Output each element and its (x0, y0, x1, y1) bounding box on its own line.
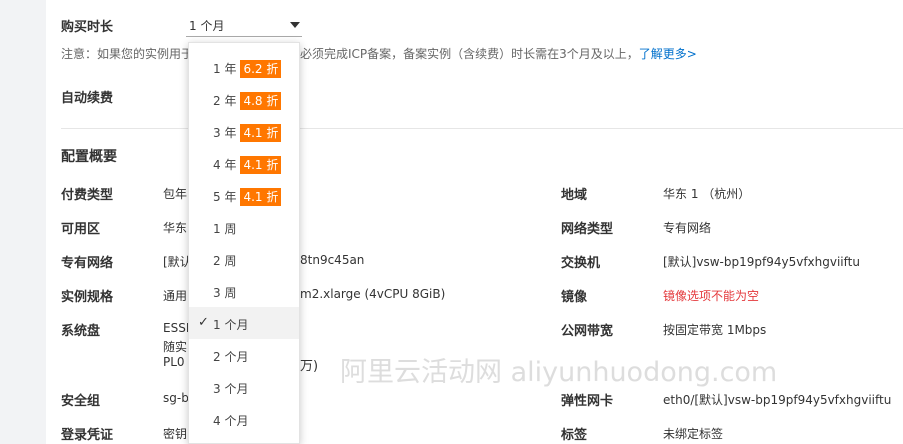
summary-value-login: 密钥 (163, 427, 188, 441)
summary-label-zone: 可用区 (61, 222, 101, 237)
option-label: 2 年 (213, 94, 237, 108)
summary-value-system-disk-3-tail: 万) (300, 359, 319, 374)
summary-value-system-disk-2: 随实 (163, 340, 188, 354)
notice-suffix: 必须完成ICP备案，备案实例（含续费）时长需在3个月及以上， (300, 47, 639, 61)
summary-label-instance-type: 实例规格 (61, 290, 114, 305)
summary-value-image-error: 镜像选项不能为空 (663, 289, 760, 303)
summary-value-billing: 包年 (163, 187, 188, 201)
option-label: 3 周 (213, 286, 237, 300)
summary-value-eni: eth0/[默认]vsw-bp19pf94y5vfxhgviiftu (663, 393, 892, 407)
discount-badge: 4.1 折 (240, 188, 282, 206)
icp-notice-tail: 必须完成ICP备案，备案实例（含续费）时长需在3个月及以上，了解更多> (300, 45, 697, 62)
duration-option-2w[interactable]: 2 周 (189, 243, 299, 275)
duration-option-3y[interactable]: 3 年 4.1 折 (189, 115, 299, 147)
summary-label-system-disk: 系统盘 (61, 324, 101, 339)
option-label: 3 个月 (213, 382, 249, 396)
summary-label-login: 登录凭证 (61, 428, 114, 443)
summary-label-security-group: 安全组 (61, 394, 101, 409)
option-label: 4 个月 (213, 414, 249, 428)
summary-label-eni: 弹性网卡 (561, 394, 614, 409)
summary-value-tags: 未绑定标签 (663, 427, 724, 441)
duration-option-3m[interactable]: 3 个月 (189, 371, 299, 403)
summary-value-network-type: 专有网络 (663, 221, 712, 235)
duration-select[interactable]: 1 个月 (186, 13, 302, 37)
summary-value-region: 华东 1 （杭州） (663, 187, 751, 201)
discount-badge: 6.2 折 (240, 60, 282, 78)
summary-value-instance-type: 通用 (163, 289, 188, 303)
summary-value-instance-type-tail: m2.xlarge (4vCPU 8GiB) (300, 287, 446, 301)
icp-notice: 注意：如果您的实例用于 (61, 45, 193, 62)
summary-value-bandwidth: 按固定带宽 1Mbps (663, 323, 767, 337)
summary-value-system-disk-3: PL0 (163, 355, 185, 369)
option-label: 4 年 (213, 158, 237, 172)
summary-label-vpc: 专有网络 (61, 256, 114, 271)
chevron-down-icon (290, 22, 300, 28)
duration-option-2y[interactable]: 2 年 4.8 折 (189, 83, 299, 115)
option-label: 3 年 (213, 126, 237, 140)
summary-label-vswitch: 交换机 (561, 256, 601, 271)
summary-value-vswitch: [默认]vsw-bp19pf94y5vfxhgviiftu (663, 255, 860, 269)
discount-badge: 4.1 折 (240, 156, 282, 174)
summary-label-network-type: 网络类型 (561, 222, 614, 237)
duration-dropdown: 1 年 6.2 折 2 年 4.8 折 3 年 4.1 折 4 年 4.1 折 5 年4… (188, 42, 300, 444)
summary-label-bandwidth: 公网带宽 (561, 324, 614, 339)
summary-label-image: 镜像 (561, 290, 588, 305)
summary-value-vpc-tail: 8tn9c45an (300, 253, 365, 267)
discount-badge: 4.1 折 (240, 124, 282, 142)
option-label: 2 周 (213, 254, 237, 268)
summary-label-region: 地域 (561, 188, 588, 203)
duration-option-5y[interactable]: 5 年 4.1 折 (189, 179, 299, 211)
duration-select-value: 1 个月 (189, 19, 225, 33)
summary-title: 配置概要 (61, 149, 117, 165)
duration-option-1y[interactable]: 1 年 6.2 折 (189, 51, 299, 83)
learn-more-link[interactable]: 了解更多> (639, 47, 697, 61)
duration-label: 购买时长 (61, 20, 114, 35)
option-label: 5 年 (213, 190, 237, 204)
duration-option-4m[interactable]: 4 个月 (189, 403, 299, 435)
check-icon: ✓ (198, 315, 209, 330)
duration-option-1m[interactable]: ✓ 1 个月 (189, 307, 299, 339)
notice-prefix: 注意：如果您的实例用于 (61, 47, 194, 61)
summary-label-billing: 付费类型 (61, 188, 114, 203)
option-label: 2 个月 (213, 350, 249, 364)
auto-renew-label: 自动续费 (61, 91, 114, 106)
summary-value-security-group: sg-b (163, 391, 189, 405)
duration-option-3w[interactable]: 3 周 (189, 275, 299, 307)
summary-value-zone: 华东 (163, 221, 188, 235)
summary-label-tags: 标签 (561, 428, 588, 443)
watermark: 阿里云活动网 aliyunhuodong.com (340, 357, 778, 388)
option-label: 1 年 (213, 62, 237, 76)
duration-option-1w[interactable]: 1 周 (189, 211, 299, 243)
duration-option-2m[interactable]: 2 个月 (189, 339, 299, 371)
option-label: 1 周 (213, 222, 237, 236)
option-label: 1 个月 (213, 318, 249, 332)
duration-option-4y[interactable]: 4 年 4.1 折 (189, 147, 299, 179)
discount-badge: 4.8 折 (240, 92, 282, 110)
